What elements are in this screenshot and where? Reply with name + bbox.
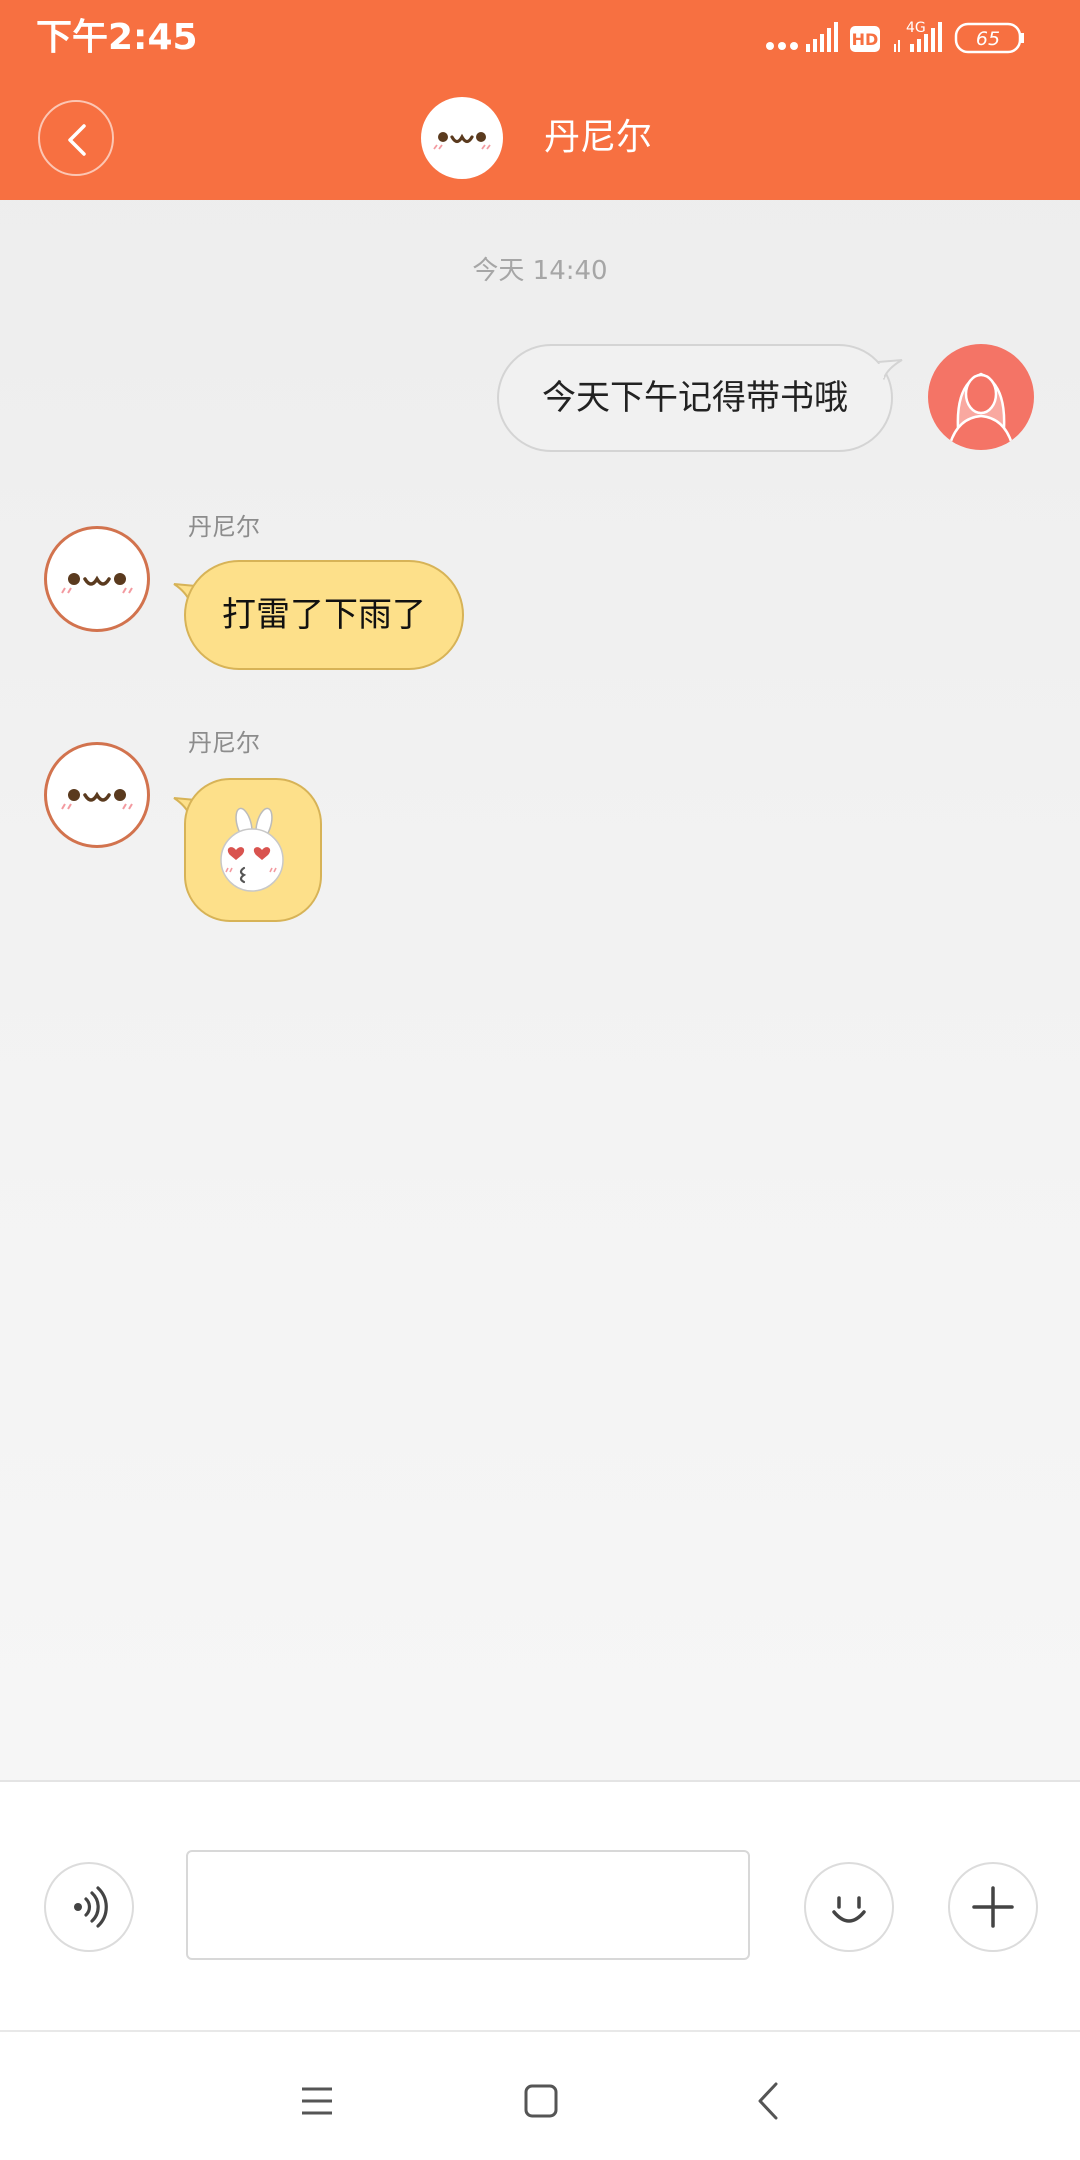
chat-header: 下午2:45 HD 4G 65 丹尼尔 <box>0 0 1080 200</box>
header-avatar[interactable] <box>421 97 503 179</box>
plus-icon <box>972 1886 1014 1928</box>
more-dots-icon <box>766 42 798 50</box>
status-icons: HD 4G 65 <box>766 18 1054 58</box>
emoji-button[interactable] <box>804 1862 894 1952</box>
friend-avatar[interactable] <box>44 526 150 632</box>
signal-icon <box>806 22 838 52</box>
page-title: 丹尼尔 <box>544 117 653 158</box>
battery-icon: 65 <box>954 22 1024 54</box>
back-triangle-icon <box>758 2082 778 2120</box>
network-4g-icon: 4G <box>894 20 942 52</box>
my-avatar[interactable] <box>928 344 1034 450</box>
friend-avatar[interactable] <box>44 742 150 848</box>
menu-icon <box>302 2087 332 2115</box>
sender-name: 丹尼尔 <box>188 729 260 757</box>
smiley-icon <box>832 1896 866 1923</box>
message-input[interactable] <box>186 1850 750 1960</box>
nav-back-button[interactable] <box>736 2070 796 2130</box>
kaomoji-face-icon <box>433 132 491 150</box>
bubble-tail <box>878 359 903 380</box>
home-square-icon <box>524 2084 558 2118</box>
status-time: 下午2:45 <box>36 17 198 58</box>
hd-label: HD <box>852 30 879 49</box>
home-button[interactable] <box>510 2070 570 2130</box>
outgoing-message-bubble[interactable]: 今天下午记得带书哦 <box>497 344 893 452</box>
menu-button[interactable] <box>286 2070 346 2130</box>
voice-icon <box>74 1886 108 1928</box>
plus-button[interactable] <box>948 1862 1038 1952</box>
network-label: 4G <box>906 20 926 36</box>
back-button[interactable] <box>38 100 114 176</box>
voice-button[interactable] <box>44 1862 134 1952</box>
kaomoji-face-icon <box>61 789 133 810</box>
system-nav-bar <box>0 2030 1080 2160</box>
hd-icon: HD <box>850 26 880 52</box>
sender-name: 丹尼尔 <box>188 513 260 541</box>
battery-level: 65 <box>976 28 1000 50</box>
incoming-message-bubble[interactable]: 打雷了下雨了 <box>184 560 464 670</box>
woman-silhouette-icon <box>948 372 1014 445</box>
chat-timestamp: 今天 14:40 <box>472 256 608 286</box>
kaomoji-face-icon <box>61 573 133 594</box>
incoming-sticker-bubble[interactable] <box>184 778 322 922</box>
chevron-left-icon <box>68 124 86 156</box>
heart-eyes-bunny-sticker-icon <box>220 807 284 892</box>
